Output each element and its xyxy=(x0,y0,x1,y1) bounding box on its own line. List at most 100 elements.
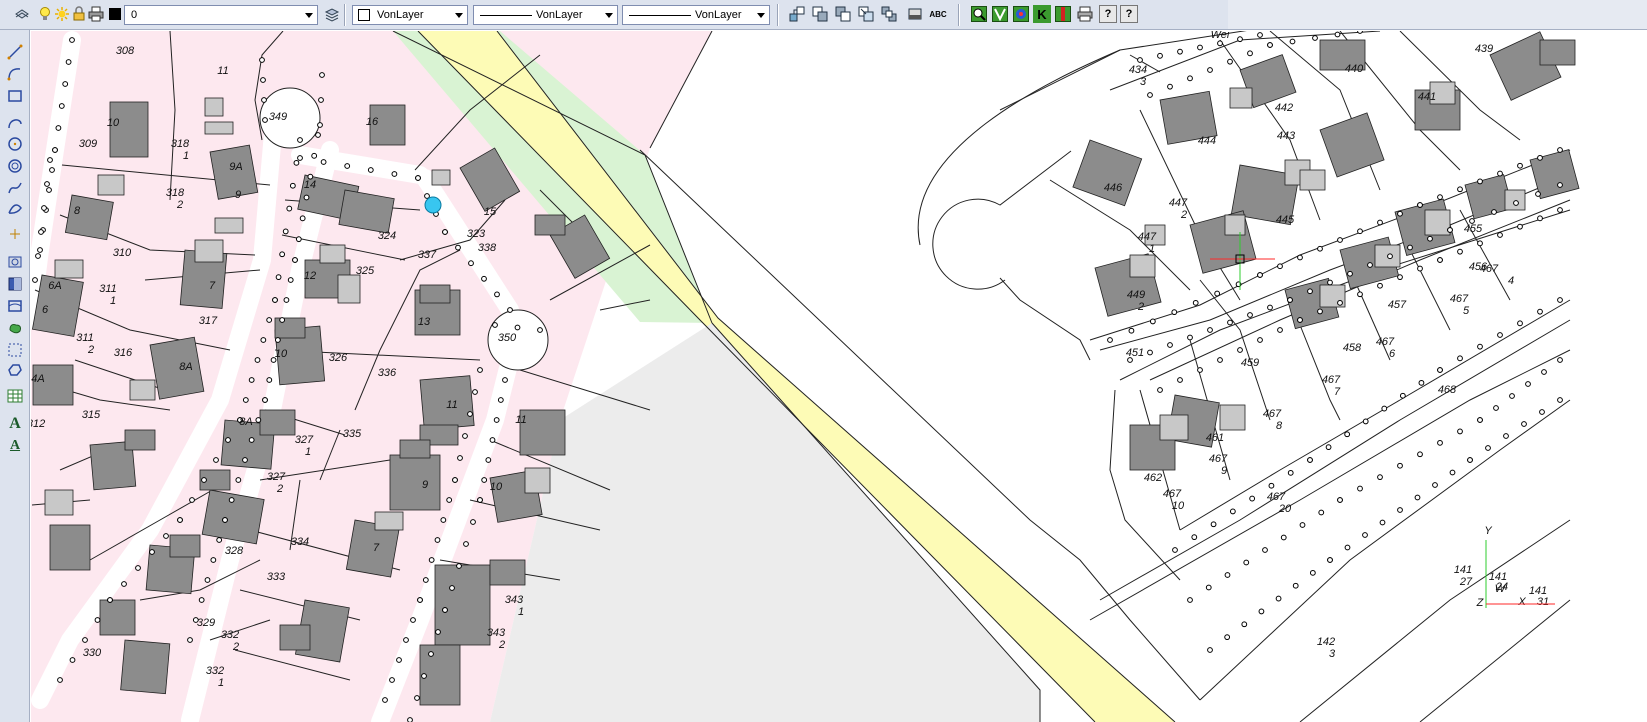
layer-dropdown-value: 0 xyxy=(131,9,138,21)
circle-icon[interactable] xyxy=(4,134,26,154)
layer-isolate-icon[interactable] xyxy=(857,5,875,23)
layer-manager-icon[interactable] xyxy=(13,5,31,23)
chevron-down-icon[interactable] xyxy=(455,13,463,18)
chevron-down-icon[interactable] xyxy=(757,13,765,18)
survey-point xyxy=(1247,50,1253,57)
survey-point xyxy=(1387,253,1393,260)
arc-icon[interactable] xyxy=(4,64,26,84)
rectangle-icon[interactable] xyxy=(4,86,26,106)
survey-point xyxy=(1257,32,1263,38)
k-tool-icon[interactable]: K xyxy=(1033,5,1051,23)
layer-match-icon[interactable] xyxy=(788,5,806,23)
orbit-icon[interactable] xyxy=(1012,5,1030,23)
parcel-number: 4 xyxy=(1508,275,1514,287)
revcloud-icon[interactable] xyxy=(4,340,26,360)
parcel-number: 330 xyxy=(83,647,102,659)
survey-point xyxy=(266,317,273,323)
gradient-icon[interactable] xyxy=(4,296,26,316)
building xyxy=(337,274,361,304)
table-icon[interactable] xyxy=(4,386,26,406)
printer-icon[interactable] xyxy=(87,5,105,23)
abc-text-icon[interactable]: ABC xyxy=(929,5,947,23)
about-icon[interactable]: ? xyxy=(1120,5,1138,23)
hatch-icon[interactable] xyxy=(4,274,26,294)
survey-point xyxy=(1205,584,1212,591)
survey-point xyxy=(1477,417,1483,423)
parcel-number: 27 xyxy=(1459,576,1473,588)
survey-point xyxy=(293,159,300,166)
lock-icon[interactable] xyxy=(70,5,88,23)
point-icon[interactable] xyxy=(4,198,26,218)
survey-point xyxy=(1377,282,1383,289)
survey-point xyxy=(274,337,281,343)
plot-icon[interactable] xyxy=(1076,5,1094,23)
survey-point xyxy=(1157,387,1163,393)
survey-point xyxy=(216,537,223,543)
multiline-text-icon[interactable]: A xyxy=(4,436,26,456)
boundary-icon[interactable] xyxy=(4,318,26,338)
mtext-tool-label: A xyxy=(9,438,21,453)
survey-point xyxy=(477,367,483,373)
building xyxy=(120,639,171,695)
survey-point xyxy=(415,175,421,181)
survey-point xyxy=(1147,349,1153,356)
parcel-number: 467 xyxy=(1263,408,1282,420)
chevron-down-icon[interactable] xyxy=(605,13,613,18)
survey-point xyxy=(507,307,513,313)
linetype-dropdown[interactable]: VonLayer xyxy=(473,5,618,25)
sun-icon[interactable] xyxy=(53,5,71,23)
location-marker xyxy=(424,196,442,214)
parcel-number: Y xyxy=(1484,525,1492,537)
spellcheck-icon[interactable] xyxy=(970,5,988,23)
lineweight-dropdown[interactable]: VonLayer xyxy=(622,5,770,25)
curve-icon[interactable] xyxy=(4,112,26,132)
polyline-icon[interactable] xyxy=(4,178,26,198)
survey-point xyxy=(1414,494,1421,501)
survey-point xyxy=(261,97,267,103)
building xyxy=(214,217,244,234)
survey-point xyxy=(318,97,324,103)
v-filter-icon[interactable] xyxy=(991,5,1009,23)
color-swatch-icon[interactable] xyxy=(106,5,124,23)
column-icon[interactable] xyxy=(1054,5,1072,23)
drawing-canvas[interactable]: 308 11 349 16 309 10 318 1 318 2 9A 9 8 14 15 324 323 338… xyxy=(31,31,1647,722)
parcel-number: 327 xyxy=(295,434,314,446)
survey-point xyxy=(317,122,323,128)
chevron-down-icon[interactable] xyxy=(305,13,313,18)
parcel-number: 333 xyxy=(267,571,286,583)
survey-point xyxy=(255,417,262,423)
color-dropdown[interactable]: VonLayer xyxy=(352,5,468,25)
parcel-number: Z xyxy=(1476,597,1485,609)
lightbulb-icon[interactable] xyxy=(36,5,54,23)
survey-point xyxy=(1277,263,1283,270)
building-footprint xyxy=(109,101,149,158)
toolbar-separator xyxy=(344,4,346,26)
parcel-number: 9A xyxy=(229,161,242,173)
building xyxy=(1504,189,1526,211)
layer-walk-icon[interactable] xyxy=(880,5,898,23)
survey-point xyxy=(1177,48,1183,55)
linetype-dropdown-value: VonLayer xyxy=(536,9,583,21)
building-footprint xyxy=(54,259,84,279)
text-icon[interactable]: A xyxy=(4,414,26,434)
survey-point xyxy=(1457,248,1463,255)
parcel-boundary xyxy=(1299,519,1571,722)
parcel-number: 317 xyxy=(199,315,218,327)
region-icon[interactable] xyxy=(4,224,26,244)
help-icon[interactable]: ? xyxy=(1099,5,1117,23)
survey-point xyxy=(55,125,62,131)
parcel-number: 440 xyxy=(1345,63,1364,75)
block-icon[interactable] xyxy=(4,252,26,272)
layer-copy-icon[interactable] xyxy=(834,5,852,23)
building-footprint xyxy=(1072,139,1143,207)
layer-previous-icon[interactable] xyxy=(811,5,829,23)
survey-point xyxy=(1541,369,1547,375)
layer-dropdown[interactable]: 0 xyxy=(124,5,318,25)
line-icon[interactable] xyxy=(4,42,26,62)
building xyxy=(129,379,156,401)
layer-states-icon[interactable] xyxy=(323,5,341,23)
survey-point xyxy=(435,629,441,635)
spline-icon[interactable] xyxy=(4,156,26,176)
layer-freeze-icon[interactable] xyxy=(906,5,924,23)
region-outline-icon[interactable] xyxy=(4,360,26,380)
